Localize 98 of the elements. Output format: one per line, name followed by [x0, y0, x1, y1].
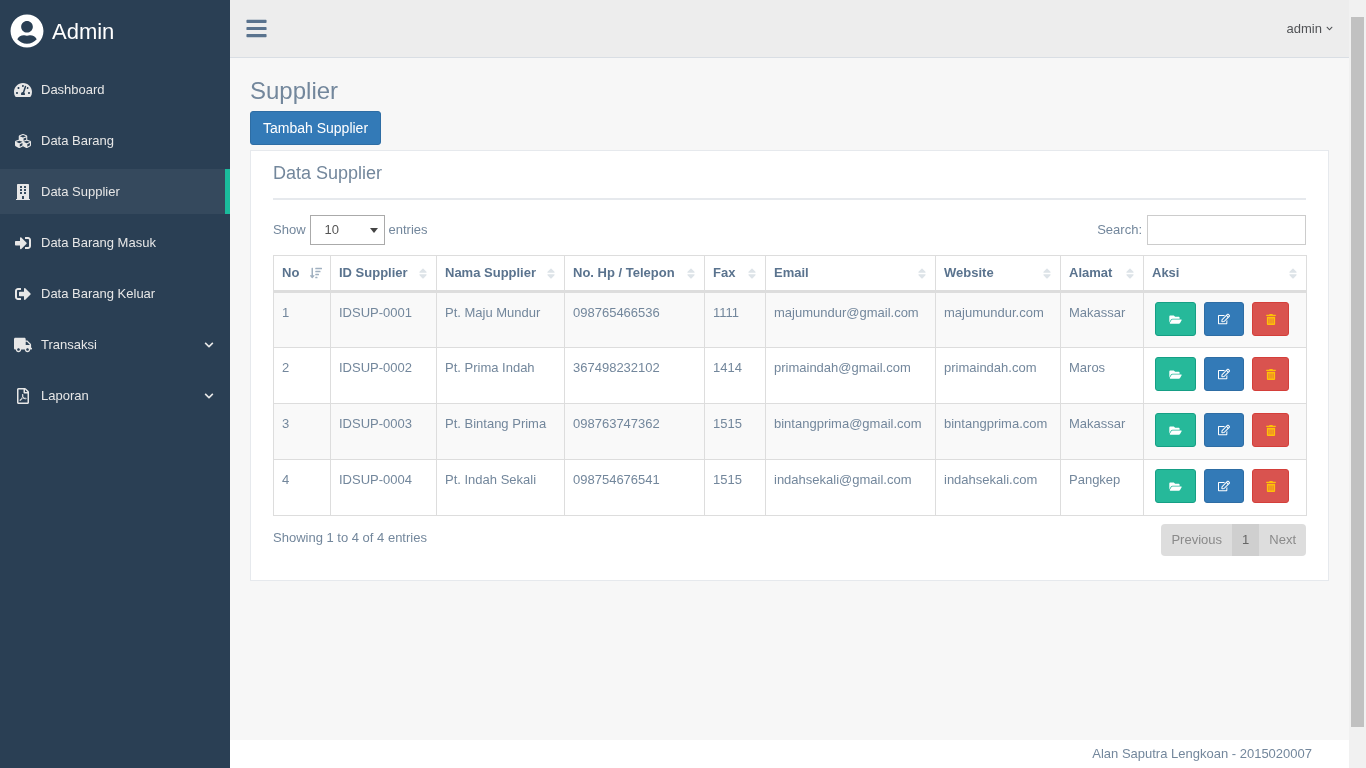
- brand-title: Admin: [52, 17, 115, 46]
- panel-title: Data Supplier: [273, 162, 383, 185]
- table-cell: Pt. Prima Indah: [436, 347, 565, 404]
- truck-icon: [14, 336, 32, 353]
- table-cell: 1111: [704, 291, 766, 348]
- sidebar-item[interactable]: Data Barang Masuk: [0, 220, 230, 265]
- table-cell: 098754676541: [564, 459, 705, 516]
- building-icon: [14, 183, 32, 200]
- table-cell: IDSUP-0001: [330, 291, 437, 348]
- trash-icon: [1265, 480, 1276, 492]
- edit-icon: [1218, 313, 1230, 325]
- edit-button[interactable]: [1204, 469, 1244, 503]
- table-cell: 367498232102: [564, 347, 705, 404]
- delete-button[interactable]: [1252, 469, 1289, 503]
- table-cell: 3: [273, 403, 331, 460]
- pdf-file-icon: [14, 387, 32, 404]
- table-cell: 4: [273, 459, 331, 516]
- table-cell: indahsekali.com: [935, 459, 1061, 516]
- chevron-down-icon: [204, 339, 214, 350]
- trash-icon: [1265, 368, 1276, 380]
- page-button[interactable]: 1: [1232, 524, 1260, 556]
- delete-button[interactable]: [1252, 302, 1289, 336]
- footer-text: Alan Saputra Lengkoan - 2015020007: [1092, 745, 1312, 764]
- entries-select[interactable]: 10: [309, 215, 385, 245]
- sort-icon: [418, 266, 428, 280]
- table-cell: 1515: [704, 459, 766, 516]
- view-button[interactable]: [1155, 413, 1196, 447]
- table-cell: 1: [273, 291, 331, 348]
- table-cell: Pangkep: [1060, 459, 1144, 516]
- trash-icon: [1265, 313, 1276, 325]
- sort-icon: [546, 266, 556, 280]
- page-title: Supplier: [250, 78, 340, 104]
- table-cell: Makassar: [1060, 291, 1144, 348]
- view-button[interactable]: [1155, 469, 1196, 503]
- trash-icon: [1265, 424, 1276, 436]
- sidebar-item[interactable]: Data Barang Keluar: [0, 271, 230, 316]
- edit-button[interactable]: [1204, 302, 1244, 336]
- edit-button[interactable]: [1204, 357, 1244, 391]
- table-cell: 098765466536: [564, 291, 705, 348]
- sort-icon: [747, 266, 757, 280]
- table-cell: 098763747362: [564, 403, 705, 460]
- sort-icon: [917, 266, 927, 280]
- table-cell: Maros: [1060, 347, 1144, 404]
- table-cell: Pt. Bintang Prima: [436, 403, 565, 460]
- folder-icon: [1169, 368, 1182, 380]
- entries-label: entries: [388, 221, 428, 240]
- table-cell: primaindah@gmail.com: [765, 347, 936, 404]
- table-info: Showing 1 to 4 of 4 entries: [273, 529, 427, 548]
- sidebar-item[interactable]: Laporan: [0, 373, 230, 418]
- table-cell: indahsekali@gmail.com: [765, 459, 936, 516]
- table-cell: 1414: [704, 347, 766, 404]
- edit-icon: [1218, 480, 1230, 492]
- user-avatar-icon: [10, 14, 44, 48]
- sort-icon: [686, 266, 696, 280]
- add-supplier-button[interactable]: Tambah Supplier: [250, 111, 382, 145]
- sign-out-icon: [14, 285, 32, 302]
- sort-icon: [1288, 266, 1298, 280]
- sidebar-item[interactable]: Transaksi: [0, 322, 230, 367]
- table-cell: majumundur.com: [935, 291, 1061, 348]
- sidebar-item[interactable]: Data Barang: [0, 118, 230, 163]
- menu-icon[interactable]: [245, 17, 268, 40]
- view-button[interactable]: [1155, 357, 1196, 391]
- edit-icon: [1218, 368, 1230, 380]
- table-cell: IDSUP-0004: [330, 459, 437, 516]
- sidebar-item[interactable]: Data Supplier: [0, 169, 230, 214]
- sign-in-icon: [14, 234, 32, 251]
- sort-down-icon: [310, 267, 322, 279]
- table-cell: primaindah.com: [935, 347, 1061, 404]
- table-cell: IDSUP-0003: [330, 403, 437, 460]
- edit-icon: [1218, 424, 1230, 436]
- user-menu[interactable]: admin: [1286, 18, 1333, 39]
- search-label: Search:: [1097, 221, 1142, 240]
- sort-icon: [1125, 266, 1135, 280]
- table-cell: bintangprima@gmail.com: [765, 403, 936, 460]
- table-cell: Makassar: [1060, 403, 1144, 460]
- delete-button[interactable]: [1252, 357, 1289, 391]
- folder-icon: [1169, 313, 1182, 325]
- sidebar-item[interactable]: Dashboard: [0, 67, 230, 112]
- table-cell: Pt. Indah Sekali: [436, 459, 565, 516]
- table-cell: 1515: [704, 403, 766, 460]
- folder-icon: [1169, 480, 1182, 492]
- caret-down-icon: [369, 227, 378, 233]
- table-cell: Pt. Maju Mundur: [436, 291, 565, 348]
- table-cell: majumundur@gmail.com: [765, 291, 936, 348]
- sort-icon: [1042, 266, 1052, 280]
- chevron-down-icon: [204, 390, 214, 401]
- table-cell: bintangprima.com: [935, 403, 1061, 460]
- search-field[interactable]: [1147, 215, 1306, 245]
- cubes-icon: [14, 132, 32, 149]
- show-label: Show: [273, 221, 306, 240]
- folder-icon: [1169, 424, 1182, 436]
- edit-button[interactable]: [1204, 413, 1244, 447]
- table-cell: IDSUP-0002: [330, 347, 437, 404]
- dashboard-icon: [14, 81, 32, 98]
- view-button[interactable]: [1155, 302, 1196, 336]
- table-cell: 2: [273, 347, 331, 404]
- chevron-down-icon: [1326, 25, 1333, 32]
- delete-button[interactable]: [1252, 413, 1289, 447]
